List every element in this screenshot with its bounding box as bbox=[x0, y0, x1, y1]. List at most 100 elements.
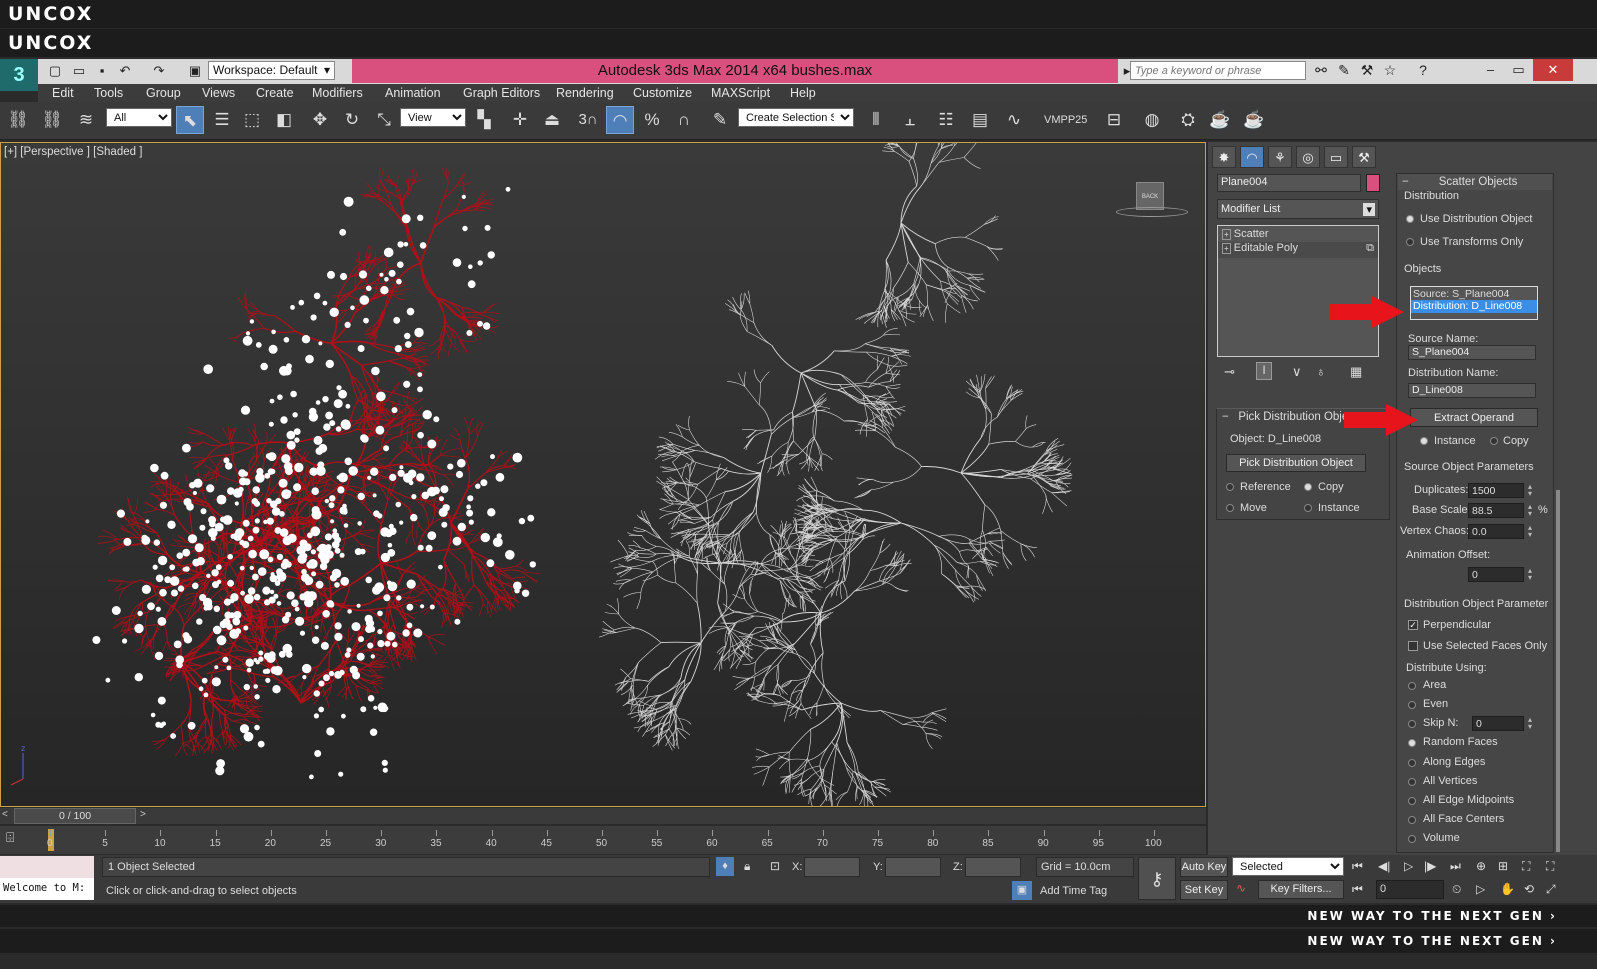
distribute-option-radio[interactable] bbox=[1408, 701, 1416, 709]
lock-icon[interactable]: 🔒︎ bbox=[744, 859, 750, 874]
rendered-frame-icon[interactable]: ☕ bbox=[1206, 106, 1234, 134]
distribute-option-radio[interactable] bbox=[1408, 816, 1416, 824]
pick-distribution-button[interactable]: Pick Distribution Object bbox=[1226, 454, 1366, 472]
maximize-icon[interactable]: ▭ bbox=[1505, 59, 1532, 81]
create-tab-icon[interactable]: ✸ bbox=[1212, 146, 1236, 168]
viewcube-ring[interactable] bbox=[1116, 207, 1188, 217]
modifier-stack[interactable]: + Scatter + Editable Poly ⧉ bbox=[1217, 225, 1379, 357]
spinner-arrows-icon[interactable]: ▴ ▾ bbox=[1526, 567, 1534, 582]
help-icon[interactable]: ? bbox=[1414, 62, 1432, 80]
menu-maxscript[interactable]: MAXScript bbox=[711, 84, 770, 102]
x-field[interactable] bbox=[804, 857, 860, 877]
stack-item-scatter[interactable]: + Scatter bbox=[1218, 226, 1378, 242]
menu-graph-editors[interactable]: Graph Editors bbox=[463, 84, 540, 102]
menu-edit[interactable]: Edit bbox=[52, 84, 74, 102]
modify-tab-icon[interactable]: ◠ bbox=[1240, 146, 1264, 168]
spinner-arrows-icon[interactable]: ▴ ▾ bbox=[1526, 483, 1534, 498]
window-crossing-icon[interactable]: ◧ bbox=[270, 106, 298, 134]
hierarchy-tab-icon[interactable]: ⚘ bbox=[1268, 146, 1292, 168]
select-object-icon[interactable]: ⬉ bbox=[176, 106, 204, 134]
goto-end-icon[interactable]: ⏭ bbox=[1450, 859, 1461, 874]
absolute-mode-icon[interactable]: ⊡ bbox=[770, 859, 780, 873]
distribute-option-radio[interactable] bbox=[1408, 759, 1416, 767]
vertex-chaos-spinner[interactable]: 0.0 bbox=[1468, 524, 1524, 539]
menu-modifiers[interactable]: Modifiers bbox=[312, 84, 363, 102]
stack-item-editable-poly[interactable]: + Editable Poly ⧉ bbox=[1218, 242, 1378, 258]
rotate-icon[interactable]: ↻ bbox=[338, 106, 366, 134]
animation-offset-spinner[interactable]: 0 bbox=[1468, 567, 1524, 582]
manipulate-icon[interactable]: ✛ bbox=[506, 106, 534, 134]
zoom-extents-all-icon[interactable]: ⛶ bbox=[1546, 859, 1554, 874]
distribute-option-radio[interactable] bbox=[1408, 739, 1416, 747]
maxscript-listener-top[interactable] bbox=[0, 856, 94, 878]
project-icon[interactable]: ▣ bbox=[186, 62, 204, 80]
comm-center-icon[interactable]: ✎ bbox=[1335, 62, 1353, 80]
instance-radio[interactable] bbox=[1304, 504, 1312, 512]
extract-operand-button[interactable]: Extract Operand bbox=[1410, 408, 1538, 427]
use-transforms-radio[interactable] bbox=[1406, 238, 1414, 246]
perpendicular-checkbox[interactable]: ✓ bbox=[1408, 620, 1418, 630]
new-icon[interactable]: ▢ bbox=[46, 62, 64, 80]
auto-key-button[interactable]: Auto Key bbox=[1180, 857, 1228, 877]
z-field[interactable] bbox=[965, 857, 1021, 877]
keyboard-shortcut-icon[interactable]: ⏏ bbox=[538, 106, 566, 134]
time-config-icon[interactable]: ⏲ bbox=[1452, 882, 1461, 897]
selection-filter-dropdown[interactable]: All bbox=[106, 108, 172, 127]
reference-radio[interactable] bbox=[1226, 483, 1234, 491]
set-key-icon[interactable]: ⚷ bbox=[1138, 857, 1176, 900]
prev-frame-icon[interactable]: ◀| bbox=[1378, 859, 1390, 873]
search-input[interactable] bbox=[1130, 61, 1306, 80]
use-selected-faces-checkbox[interactable] bbox=[1408, 641, 1418, 651]
pan-icon[interactable]: ✋ bbox=[1500, 882, 1515, 896]
maximize-viewport-icon[interactable]: ⤢ bbox=[1546, 882, 1556, 897]
material-editor-icon[interactable]: ◍ bbox=[1138, 106, 1166, 134]
scatter-rollout-header[interactable]: − Scatter Objects bbox=[1398, 174, 1552, 190]
unlink-icon[interactable]: ⛓ bbox=[38, 106, 66, 134]
object-color-swatch[interactable] bbox=[1366, 174, 1380, 192]
menu-customize[interactable]: Customize bbox=[633, 84, 692, 102]
save-icon[interactable]: ▪ bbox=[93, 62, 111, 80]
menu-help[interactable]: Help bbox=[790, 84, 816, 102]
make-unique-icon[interactable]: ∨ bbox=[1292, 364, 1302, 380]
white-branches-object[interactable] bbox=[599, 143, 1073, 807]
red-bush-object[interactable] bbox=[92, 167, 541, 780]
app-menu-icon[interactable]: 3 bbox=[0, 59, 38, 91]
pick-rollout-title[interactable]: − Pick Distribution Object bbox=[1222, 411, 1357, 423]
schematic-view-icon[interactable]: ⊟ bbox=[1100, 106, 1128, 134]
distribute-option-radio[interactable] bbox=[1408, 778, 1416, 786]
motion-tab-icon[interactable]: ◎ bbox=[1296, 146, 1320, 168]
move-radio[interactable] bbox=[1226, 504, 1234, 512]
orbit-icon[interactable]: ⟲ bbox=[1524, 882, 1534, 896]
open-icon[interactable]: ▭ bbox=[70, 62, 88, 80]
distribute-option-radio[interactable] bbox=[1408, 682, 1416, 690]
select-by-name-icon[interactable]: ☰ bbox=[208, 106, 236, 134]
render-setup-icon[interactable]: ⛭ bbox=[1174, 106, 1202, 134]
spinner-arrows-icon[interactable]: ▴ ▾ bbox=[1526, 524, 1534, 539]
time-slider-thumb[interactable]: 0 / 100 bbox=[14, 808, 136, 824]
expand-icon[interactable]: + bbox=[1222, 243, 1231, 254]
source-name-field[interactable]: S_Plane004 bbox=[1408, 345, 1536, 360]
play-icon[interactable]: ▷ bbox=[1404, 859, 1413, 873]
next-frame-icon[interactable]: |▶ bbox=[1424, 859, 1436, 873]
add-time-tag[interactable]: Add Time Tag bbox=[1040, 885, 1107, 897]
minimize-icon[interactable]: – bbox=[1477, 59, 1504, 81]
distribute-option-radio[interactable] bbox=[1408, 720, 1416, 728]
current-frame-field[interactable]: 0 bbox=[1376, 880, 1444, 899]
pivot-center-icon[interactable]: ▚ bbox=[470, 106, 498, 134]
display-tab-icon[interactable]: ▭ bbox=[1324, 146, 1348, 168]
layer-manager-icon[interactable]: ☷ bbox=[932, 106, 960, 134]
render-production-icon[interactable]: ☕ bbox=[1240, 106, 1268, 134]
extract-instance-radio[interactable] bbox=[1420, 437, 1428, 445]
isolate-selection-icon[interactable]: ♦ bbox=[716, 857, 734, 876]
key-filters-button[interactable]: Key Filters... bbox=[1258, 880, 1344, 899]
tools-icon[interactable]: ⚒ bbox=[1358, 62, 1376, 80]
close-icon[interactable]: ✕ bbox=[1533, 59, 1573, 81]
undo-icon[interactable]: ↶ bbox=[116, 62, 134, 80]
move-icon[interactable]: ✥ bbox=[306, 106, 334, 134]
maxscript-listener[interactable]: Welcome to M: bbox=[0, 878, 94, 900]
y-field[interactable] bbox=[885, 857, 941, 877]
key-mode-dropdown[interactable]: Selected bbox=[1232, 857, 1344, 876]
pin-stack-icon[interactable]: ⊸ bbox=[1224, 364, 1235, 380]
object-name-field[interactable]: Plane004 bbox=[1217, 174, 1361, 192]
graphite-toggle-icon[interactable]: ▤ bbox=[966, 106, 994, 134]
